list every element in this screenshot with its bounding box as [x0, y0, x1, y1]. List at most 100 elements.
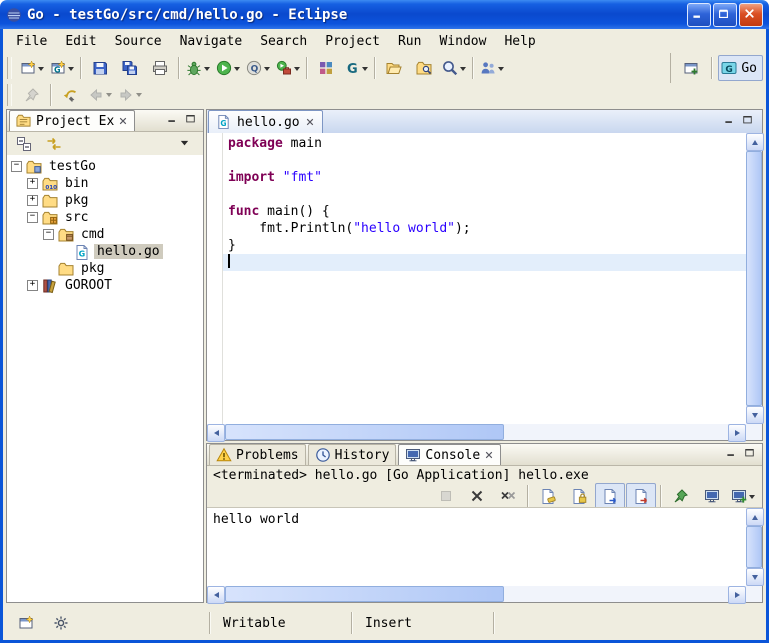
collapse-all-button[interactable] — [9, 131, 39, 157]
console-horizontal-scrollbar[interactable] — [207, 586, 746, 602]
save-all-button[interactable] — [115, 55, 145, 81]
run-config-button[interactable]: Q — [243, 55, 273, 81]
back-button[interactable] — [85, 82, 115, 108]
menu-item-help[interactable]: Help — [495, 32, 544, 51]
new-go-button[interactable]: G — [47, 55, 77, 81]
last-edit-button[interactable] — [55, 82, 85, 108]
scroll-right-button[interactable] — [728, 424, 746, 442]
close-view-icon[interactable] — [118, 116, 128, 126]
title-bar[interactable]: Go - testGo/src/cmd/hello.go - Eclipse — [0, 0, 769, 29]
pin-console-button[interactable] — [666, 483, 696, 509]
tree-item-label[interactable]: bin — [62, 176, 91, 191]
tree-row: + pkg — [7, 192, 203, 209]
close-button[interactable] — [739, 3, 763, 27]
console-output[interactable]: hello world — [207, 508, 746, 586]
menu-item-window[interactable]: Window — [430, 32, 495, 51]
pin-editor-button[interactable] — [17, 82, 47, 108]
tree-item-label[interactable]: src — [62, 210, 91, 225]
tab-console[interactable]: Console — [398, 444, 501, 465]
scrollbar-thumb[interactable] — [225, 586, 504, 602]
show-stderr-button[interactable] — [626, 483, 656, 509]
open-folder-button[interactable] — [379, 55, 409, 81]
close-console-tab-icon[interactable] — [484, 450, 494, 460]
scroll-left-button[interactable] — [207, 424, 225, 442]
tree-item-label[interactable]: hello.go — [94, 244, 163, 259]
display-console-icon — [704, 488, 720, 504]
new-wizard-button[interactable] — [17, 55, 47, 81]
menu-item-file[interactable]: File — [7, 32, 56, 51]
run-button[interactable] — [213, 55, 243, 81]
tab-hello-go[interactable]: G hello.go — [208, 110, 323, 133]
tree-item-label[interactable]: GOROOT — [62, 278, 115, 293]
tree-item-label[interactable]: pkg — [78, 261, 107, 276]
menu-item-navigate[interactable]: Navigate — [171, 32, 252, 51]
scroll-right-button[interactable] — [728, 586, 746, 604]
terminate-button[interactable] — [431, 483, 461, 509]
tree-item-label[interactable]: pkg — [62, 193, 91, 208]
tab-project-explorer[interactable]: Project Ex — [9, 110, 135, 131]
team-button[interactable] — [477, 55, 507, 81]
tab-problems[interactable]: Problems — [209, 444, 306, 465]
menu-item-source[interactable]: Source — [106, 32, 171, 51]
external-tools-button[interactable] — [273, 55, 303, 81]
view-menu-button[interactable] — [171, 131, 201, 157]
menu-item-search[interactable]: Search — [251, 32, 316, 51]
search-button[interactable] — [439, 55, 469, 81]
go-perspective-button[interactable]: GGo — [718, 55, 763, 81]
menu-item-run[interactable]: Run — [389, 32, 430, 51]
scrollbar-thumb[interactable] — [746, 151, 762, 406]
project-tree[interactable]: −testGo+010bin+pkg−src−cmdGhello.gopkg+G… — [7, 155, 203, 602]
editor-vertical-scrollbar[interactable] — [746, 133, 762, 424]
maximize-button[interactable] — [713, 3, 737, 27]
scrollbar-thumb[interactable] — [746, 526, 762, 568]
scroll-up-button[interactable] — [746, 133, 764, 151]
maximize-editor-button[interactable] — [742, 114, 758, 129]
tree-item-label[interactable]: testGo — [46, 159, 99, 174]
tree-collapse-handle[interactable]: − — [43, 229, 54, 240]
maximize-view-button[interactable] — [185, 113, 201, 128]
minimize-console-button[interactable] — [726, 447, 742, 462]
editor-horizontal-scrollbar[interactable] — [207, 424, 746, 440]
link-editor-button[interactable] — [39, 131, 69, 157]
minimize-editor-button[interactable] — [724, 114, 740, 129]
open-console-button[interactable] — [728, 483, 758, 509]
console-vertical-scrollbar[interactable] — [746, 508, 762, 586]
clear-console-icon — [540, 488, 556, 504]
minimize-button[interactable] — [687, 3, 711, 27]
tree-expand-handle[interactable]: + — [27, 195, 38, 206]
show-stdout-button[interactable] — [595, 483, 625, 509]
tree-item-label[interactable]: cmd — [78, 227, 107, 242]
scroll-down-button[interactable] — [746, 406, 764, 424]
display-console-button[interactable] — [697, 483, 727, 509]
scroll-up-button[interactable] — [746, 508, 764, 526]
go-grid-button[interactable] — [311, 55, 341, 81]
minimize-view-button[interactable] — [167, 113, 183, 128]
tree-collapse-handle[interactable]: − — [11, 161, 22, 172]
open-perspective-button[interactable] — [676, 55, 706, 81]
fast-view-button[interactable] — [11, 610, 41, 636]
scroll-left-button[interactable] — [207, 586, 225, 604]
tree-expand-handle[interactable]: + — [27, 280, 38, 291]
menu-item-project[interactable]: Project — [316, 32, 389, 51]
scrollbar-thumb[interactable] — [225, 424, 504, 440]
debug-button[interactable] — [183, 55, 213, 81]
scroll-lock-button[interactable] — [564, 483, 594, 509]
menu-item-edit[interactable]: Edit — [56, 32, 105, 51]
go-letter-button[interactable]: G — [341, 55, 371, 81]
code-editor[interactable]: package mainimport "fmt"func main() { fm… — [223, 135, 746, 424]
tree-expand-handle[interactable]: + — [27, 178, 38, 189]
remove-all-button[interactable] — [493, 483, 523, 509]
build-status-button[interactable] — [46, 610, 76, 636]
clear-console-button[interactable] — [533, 483, 563, 509]
eclipse-logo-icon — [6, 7, 22, 23]
folder-search-button[interactable] — [409, 55, 439, 81]
tab-history[interactable]: History — [308, 444, 397, 465]
tree-collapse-handle[interactable]: − — [27, 212, 38, 223]
save-button[interactable] — [85, 55, 115, 81]
close-editor-icon[interactable] — [305, 117, 315, 127]
scroll-down-button[interactable] — [746, 568, 764, 586]
maximize-console-button[interactable] — [744, 447, 760, 462]
forward-button[interactable] — [115, 82, 145, 108]
remove-launch-button[interactable] — [462, 483, 492, 509]
print-button[interactable] — [145, 55, 175, 81]
